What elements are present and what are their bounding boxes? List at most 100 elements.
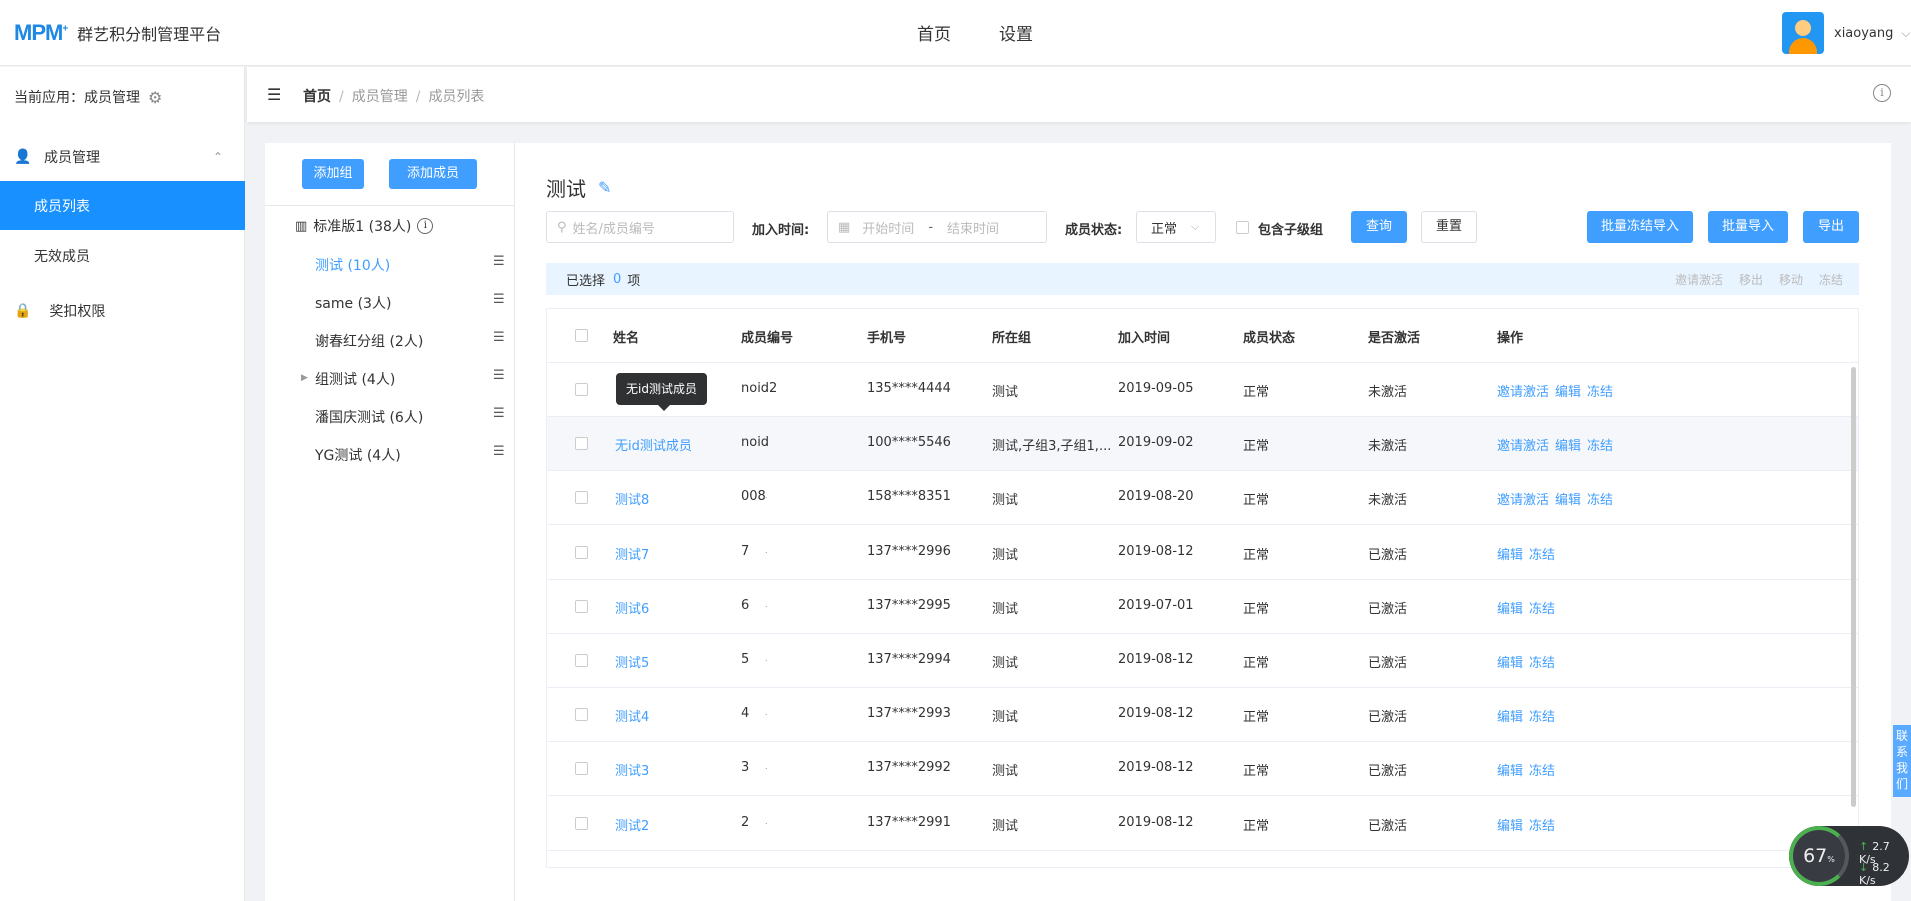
select-all-checkbox[interactable] — [575, 329, 588, 342]
tree-node[interactable]: 测试 (10人) — [315, 255, 390, 275]
tree-node[interactable]: YG测试 (4人) — [315, 445, 401, 465]
row-action-link[interactable]: 冻结 — [1529, 656, 1555, 671]
info-icon[interactable]: i — [1873, 84, 1891, 102]
table-row[interactable]: 测试5. 5 137****2994 测试 2019-08-12 正常 已激活 编辑 冻结 — [547, 634, 1858, 688]
row-action-link[interactable]: 冻结 — [1587, 439, 1613, 454]
include-subgroup-label: 包含子级组 — [1258, 223, 1324, 238]
end-date-placeholder: 结束时间 — [947, 221, 1000, 237]
cell-joined: 2019-08-12 — [1118, 652, 1194, 667]
bulk-freeze-button[interactable]: 冻结 — [1819, 271, 1843, 288]
search-input[interactable]: ⚲ 姓名/成员编号 — [546, 211, 734, 243]
export-button[interactable]: 导出 — [1803, 211, 1859, 243]
tree-node[interactable]: 谢春红分组 (2人) — [315, 331, 423, 351]
row-action-link[interactable]: 编辑 — [1555, 439, 1581, 454]
table-row[interactable]: 测试3. 3 137****2992 测试 2019-08-12 正常 已激活 编辑 冻结 — [547, 742, 1858, 797]
row-checkbox[interactable] — [575, 816, 588, 830]
row-action-link[interactable]: 冻结 — [1529, 548, 1555, 563]
date-range-picker[interactable]: ▦ 开始时间 - 结束时间 — [827, 211, 1047, 243]
nav-home[interactable]: 首页 — [917, 20, 951, 45]
row-checkbox[interactable] — [575, 437, 588, 451]
member-name-link[interactable]: 测试6 — [615, 598, 649, 617]
reset-button[interactable]: 重置 — [1421, 211, 1477, 243]
row-action-link[interactable]: 冻结 — [1587, 385, 1613, 400]
row-action-link[interactable]: 编辑 — [1555, 493, 1581, 508]
info-icon[interactable]: i — [417, 218, 434, 234]
member-name-link[interactable]: 测试2 — [615, 815, 649, 834]
row-action-link[interactable]: 邀请激活 — [1497, 439, 1549, 454]
edit-icon[interactable]: ✎ — [598, 178, 611, 197]
row-action-link[interactable]: 冻结 — [1529, 710, 1555, 725]
row-checkbox[interactable] — [575, 708, 588, 722]
tree-node[interactable]: same (3人) — [315, 293, 391, 313]
member-name-link[interactable]: 测试8 — [615, 489, 649, 508]
tree-root[interactable]: ▥ 标准版1 (38人) i — [295, 216, 434, 236]
nav-settings[interactable]: 设置 — [999, 20, 1033, 45]
logo[interactable]: MPM+ 群艺积分制管理平台 — [14, 20, 221, 46]
row-action-link[interactable]: 编辑 — [1497, 656, 1523, 671]
table-row[interactable]: 测试8. 008 158****8351 测试 2019-08-20 正常 未激活 邀请激活编… — [547, 471, 1858, 526]
row-action-link[interactable]: 邀请激活 — [1497, 385, 1549, 400]
batch-import-button[interactable]: 批量导入 — [1708, 211, 1788, 243]
scrollbar-thumb[interactable] — [1851, 367, 1856, 807]
include-subgroup-checkbox[interactable] — [1236, 221, 1249, 234]
tree-node[interactable]: 组测试 (4人) — [315, 369, 395, 389]
row-action-link[interactable]: 冻结 — [1529, 764, 1555, 779]
row-action-link[interactable]: 编辑 — [1555, 385, 1581, 400]
add-group-button[interactable]: 添加组 — [302, 159, 364, 189]
breadcrumb-home[interactable]: 首页 — [303, 89, 331, 105]
gear-icon[interactable]: ⚙ — [148, 88, 162, 107]
bulk-invite-button[interactable]: 邀请激活 — [1675, 271, 1723, 288]
sidebar-group-member-mgmt[interactable]: 👤 成员管理 ⌃ — [0, 137, 245, 177]
query-button[interactable]: 查询 — [1351, 211, 1407, 243]
contact-us-button[interactable]: 联系我们 — [1893, 725, 1911, 797]
table-row[interactable]: . noid2 135****4444 测试 2019-09-05 正常 未激活 邀请激活 编辑… — [547, 363, 1858, 417]
member-name-link[interactable]: 测试5 — [615, 652, 649, 671]
row-checkbox[interactable] — [575, 491, 588, 505]
row-checkbox[interactable] — [575, 545, 588, 559]
settings-sliders-icon[interactable]: ☰ — [493, 254, 505, 269]
status-select[interactable]: 正常 ⌵ — [1136, 211, 1216, 243]
breadcrumb-member-mgmt[interactable]: 成员管理 — [352, 89, 408, 105]
row-checkbox[interactable] — [575, 654, 588, 667]
row-action-link[interactable]: 编辑 — [1497, 548, 1523, 563]
row-action-link[interactable]: 邀请激活 — [1497, 493, 1549, 508]
user-menu[interactable]: xiaoyang ⌵ — [1782, 12, 1911, 54]
sidebar-item-permissions[interactable]: 🔒 奖扣权限 — [0, 291, 245, 331]
sidebar-item-invalid-members[interactable]: 无效成员 — [0, 231, 245, 280]
chevron-down-icon[interactable]: ⌵ — [1901, 26, 1910, 41]
member-name-link[interactable]: 测试7 — [615, 544, 649, 563]
row-action-link[interactable]: 冻结 — [1587, 493, 1613, 508]
sidebar-item-member-list[interactable]: 成员列表 — [0, 181, 245, 230]
table-row[interactable]: 测试6. 6 137****2995 测试 2019-07-01 正常 已激活 编辑 冻结 — [547, 580, 1858, 634]
row-action-link[interactable]: 编辑 — [1497, 602, 1523, 617]
member-name-link[interactable]: 无id测试成员 — [615, 435, 692, 454]
row-actions: 编辑 冻结 — [1497, 544, 1561, 563]
caret-right-icon[interactable]: ▶ — [301, 373, 308, 383]
row-checkbox[interactable] — [575, 599, 588, 613]
settings-sliders-icon[interactable]: ☰ — [493, 444, 505, 459]
settings-sliders-icon[interactable]: ☰ — [493, 330, 505, 345]
row-action-link[interactable]: 冻结 — [1529, 602, 1555, 617]
menu-toggle-icon[interactable]: ☰ — [267, 85, 281, 104]
member-name-link[interactable]: 测试3 — [615, 760, 649, 779]
settings-sliders-icon[interactable]: ☰ — [493, 406, 505, 421]
add-member-button[interactable]: 添加成员 — [389, 159, 477, 189]
row-action-link[interactable]: 编辑 — [1497, 819, 1523, 834]
bulk-remove-button[interactable]: 移出 — [1739, 271, 1763, 288]
row-action-link[interactable]: 编辑 — [1497, 710, 1523, 725]
avatar[interactable] — [1782, 12, 1824, 54]
table-row[interactable]: 测试4. 4 137****2993 测试 2019-08-12 正常 已激活 编辑 冻结 — [547, 688, 1858, 743]
settings-sliders-icon[interactable]: ☰ — [493, 292, 505, 307]
batch-freeze-import-button[interactable]: 批量冻结导入 — [1587, 211, 1693, 243]
row-checkbox[interactable] — [575, 383, 588, 396]
row-checkbox[interactable] — [575, 762, 588, 776]
member-name-link[interactable]: 测试4 — [615, 706, 649, 725]
table-row[interactable]: 测试7. 7 137****2996 测试 2019-08-12 正常 已激活 编辑 冻结 — [547, 526, 1858, 580]
row-action-link[interactable]: 冻结 — [1529, 819, 1555, 834]
table-row[interactable]: 测试2. 2 137****2991 测试 2019-08-12 正常 已激活 编辑 冻结 — [547, 797, 1858, 851]
table-row[interactable]: 无id测试成员. noid 100****5546 测试,子组3,子组1,... 201… — [547, 417, 1858, 472]
row-action-link[interactable]: 编辑 — [1497, 764, 1523, 779]
settings-sliders-icon[interactable]: ☰ — [493, 368, 505, 383]
bulk-move-button[interactable]: 移动 — [1779, 271, 1803, 288]
tree-node[interactable]: 潘国庆测试 (6人) — [315, 407, 423, 427]
